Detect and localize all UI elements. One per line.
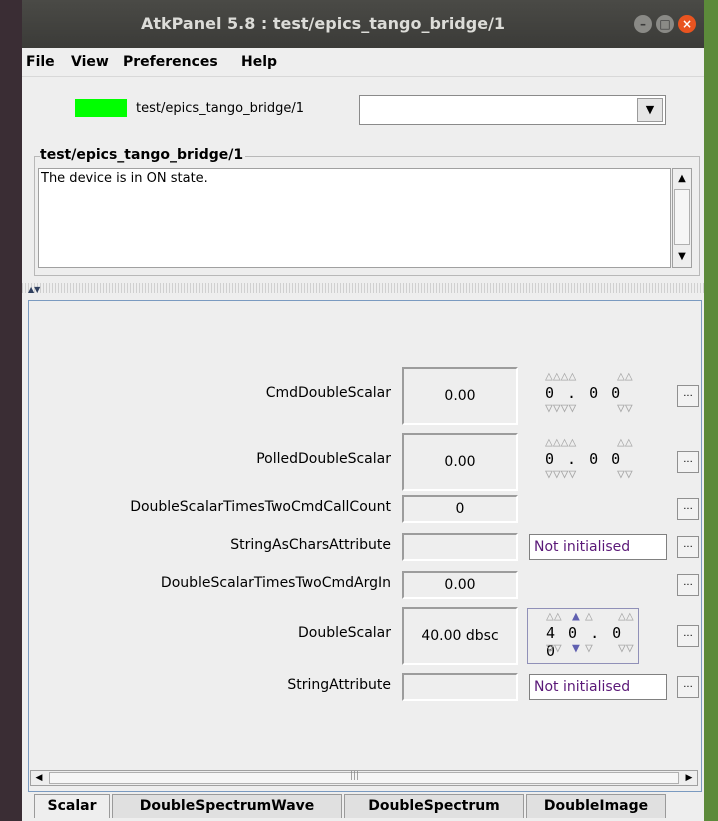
decrement-arrow-icon[interactable]: ▽▽▽▽ [545,467,576,482]
scalar-attributes-panel: CmdDoubleScalar 0.00 △△△△ △△ 0 . 0 0 ▽▽▽… [28,300,702,792]
attribute-value-viewer: 40.00 dbsc [402,607,518,665]
menu-view[interactable]: View [71,54,109,70]
device-state-indicator [75,99,127,117]
attribute-label: DoubleScalarTimesTwoCmdCallCount [130,499,391,515]
status-group-title: test/epics_tango_bridge/1 [40,147,246,163]
scroll-down-icon[interactable]: ▼ [674,249,690,265]
menu-help[interactable]: Help [241,54,277,70]
number-wheel-editor[interactable]: △△△△ △△ 0 . 0 0 ▽▽▽▽ ▽▽ [527,369,637,424]
scroll-left-icon[interactable]: ◀ [31,771,47,785]
decrement-arrow-icon[interactable]: ▽▽ [546,641,562,656]
scroll-up-icon[interactable]: ▲ [674,171,690,187]
scroll-thumb[interactable]: ||| [49,771,679,784]
scroll-thumb[interactable] [674,189,690,245]
decrement-arrow-active-icon[interactable]: ▼ [572,641,580,656]
attribute-value-viewer: 0 [402,495,518,523]
status-vertical-scrollbar[interactable]: ▲ ▼ [672,168,692,268]
device-status-text[interactable]: The device is in ON state. [38,168,671,268]
attribute-label: PolledDoubleScalar [256,451,391,467]
number-wheel-editor[interactable]: △△ ▲ △ △△ 4 0 . 0 0 ▽▽ ▼ ▽ ▽▽ [527,608,639,664]
string-setter-field[interactable]: Not initialised [529,534,667,560]
increment-arrow-icon[interactable]: △△ [617,435,633,450]
attribute-more-button[interactable]: ... [677,574,699,596]
tab-double-spectrum[interactable]: DoubleSpectrum [344,794,524,818]
attribute-value-viewer [402,533,518,561]
attribute-label: DoubleScalarTimesTwoCmdArgIn [160,575,391,591]
attribute-more-button[interactable]: ... [677,498,699,520]
menu-preferences[interactable]: Preferences [123,54,218,70]
increment-arrow-icon[interactable]: △△△△ [545,369,576,384]
decrement-arrow-icon[interactable]: ▽▽ [618,641,634,656]
atkpanel-window: AtkPanel 5.8 : test/epics_tango_bridge/1… [22,0,704,821]
device-selector-combo[interactable]: ▼ [359,95,666,125]
title-bar[interactable]: AtkPanel 5.8 : test/epics_tango_bridge/1… [22,0,704,48]
string-setter-field[interactable]: Not initialised [529,674,667,700]
panel-horizontal-scrollbar[interactable]: ◀ ||| ▶ [30,770,698,786]
split-pane-divider[interactable] [22,283,704,293]
maximize-icon[interactable]: □ [656,15,674,33]
attribute-value-viewer: 0.00 [402,571,518,599]
attribute-value-viewer: 0.00 [402,433,518,491]
decrement-arrow-icon[interactable]: ▽▽ [617,401,633,416]
increment-arrow-active-icon[interactable]: ▲ [572,609,580,624]
minimize-icon[interactable]: – [634,15,652,33]
attribute-label: StringAttribute [287,677,391,693]
number-wheel-editor[interactable]: △△△△ △△ 0 . 0 0 ▽▽▽▽ ▽▽ [527,435,637,490]
tab-scalar[interactable]: Scalar [34,794,110,818]
tab-double-spectrum-wave[interactable]: DoubleSpectrumWave [112,794,342,818]
wheel-digits: 0 . 0 0 [545,384,623,402]
attribute-label: StringAsCharsAttribute [230,537,391,553]
device-name-label: test/epics_tango_bridge/1 [136,101,304,116]
increment-arrow-icon[interactable]: △△ [618,609,634,624]
decrement-arrow-icon[interactable]: ▽▽▽▽ [545,401,576,416]
attribute-more-button[interactable]: ... [677,536,699,558]
attribute-more-button[interactable]: ... [677,676,699,698]
increment-arrow-icon[interactable]: △△△△ [545,435,576,450]
attribute-label: CmdDoubleScalar [265,385,391,401]
close-icon[interactable]: × [678,15,696,33]
wheel-digits: 0 . 0 0 [545,450,623,468]
chevron-down-icon[interactable]: ▼ [637,98,663,122]
menu-bar: File View Preferences Help [22,48,704,77]
window-title: AtkPanel 5.8 : test/epics_tango_bridge/1 [140,14,506,33]
scroll-right-icon[interactable]: ▶ [681,771,697,785]
increment-arrow-icon[interactable]: △ [585,609,593,624]
increment-arrow-icon[interactable]: △△ [617,369,633,384]
decrement-arrow-icon[interactable]: ▽ [585,641,593,656]
increment-arrow-icon[interactable]: △△ [546,609,562,624]
menu-file[interactable]: File [26,54,55,70]
attribute-more-button[interactable]: ... [677,451,699,473]
attribute-more-button[interactable]: ... [677,385,699,407]
split-collapse-icon[interactable]: ▲▼ [28,285,40,294]
scroll-grip: ||| [350,771,360,781]
attribute-label: DoubleScalar [298,625,391,641]
decrement-arrow-icon[interactable]: ▽▽ [617,467,633,482]
attribute-value-viewer [402,673,518,701]
attribute-more-button[interactable]: ... [677,625,699,647]
attribute-value-viewer: 0.00 [402,367,518,425]
tab-double-image[interactable]: DoubleImage [526,794,666,818]
